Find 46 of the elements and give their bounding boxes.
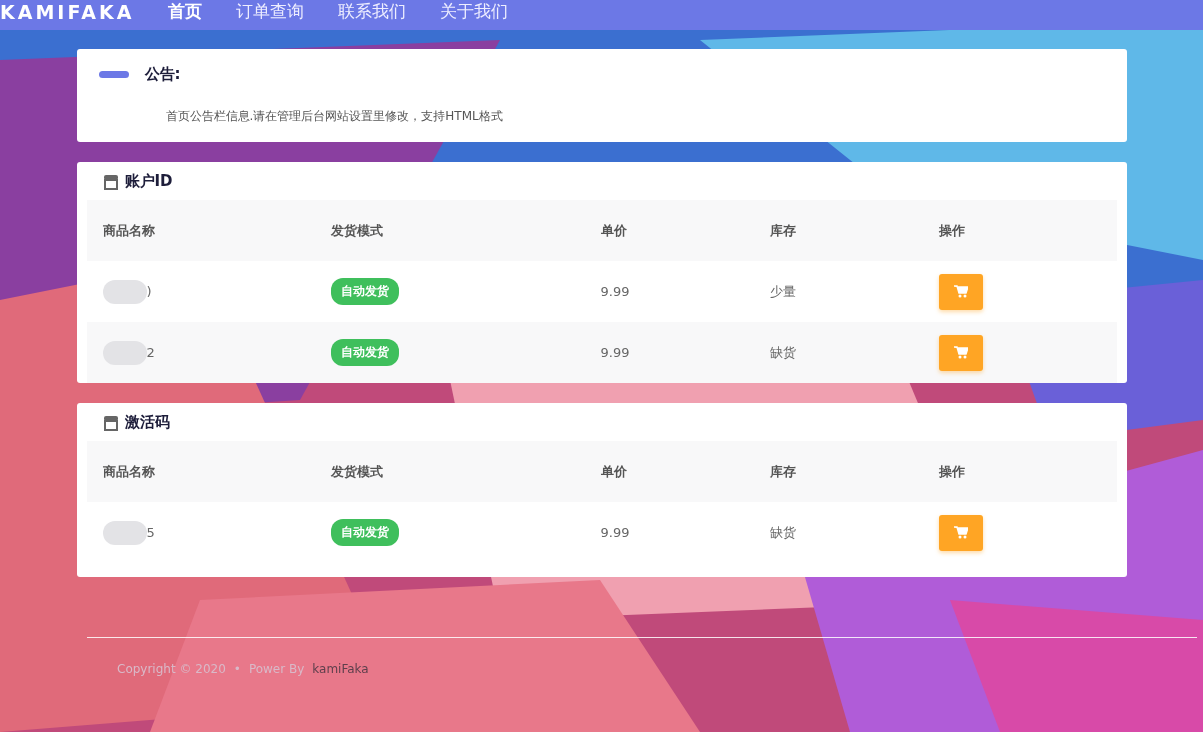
stock-cell-text: 缺货 xyxy=(769,523,797,542)
nav-link[interactable]: 联系我们 xyxy=(338,0,407,23)
product-name: 2 xyxy=(146,345,155,360)
delivery-tag: 自动发货 xyxy=(330,339,399,366)
column-header: 发货模式 xyxy=(330,462,384,481)
cart-icon xyxy=(953,285,968,298)
buy-button[interactable] xyxy=(938,273,983,310)
brand-logo[interactable]: KAMIFAKA xyxy=(0,0,135,23)
section-title: 激活码 xyxy=(124,413,170,432)
buy-button[interactable] xyxy=(938,514,983,551)
column-header: 商品名称 xyxy=(102,462,156,481)
nav-link[interactable]: 关于我们 xyxy=(440,0,509,23)
column-header: 库存 xyxy=(769,462,797,481)
cart-icon xyxy=(953,526,968,539)
nav-link[interactable]: 订单查询 xyxy=(236,0,305,23)
price-cell-text: 9.99 xyxy=(600,284,631,299)
notice-text: 首页公告栏信息.请在管理后台网站设置里修改，支持HTML格式 xyxy=(165,108,504,125)
buy-button[interactable] xyxy=(938,334,983,371)
blurred-text xyxy=(102,520,147,545)
notice-title: 公告: xyxy=(144,65,181,84)
column-header: 单价 xyxy=(600,462,628,481)
section-title: 账户ID xyxy=(124,172,173,191)
accent-bar xyxy=(98,71,129,78)
column-header: 单价 xyxy=(600,221,628,240)
stock-cell-text: 缺货 xyxy=(769,343,797,362)
blurred-text xyxy=(102,279,147,304)
column-header: 发货模式 xyxy=(330,221,384,240)
stock-cell-text: 少量 xyxy=(769,282,797,301)
price-cell-text: 9.99 xyxy=(600,345,631,360)
separator-dot: • xyxy=(233,662,241,676)
cart-icon xyxy=(953,346,968,359)
delivery-tag: 自动发货 xyxy=(330,278,399,305)
column-header: 操作 xyxy=(938,462,966,481)
product-name: ) xyxy=(146,284,152,299)
power-by-text: Power By xyxy=(248,662,305,676)
product-name: 5 xyxy=(146,525,155,540)
price-cell-text: 9.99 xyxy=(600,525,631,540)
footer-link[interactable]: kamiFaka xyxy=(312,662,369,676)
store-icon xyxy=(102,173,119,190)
copyright-text: Copyright © 2020 xyxy=(117,662,226,676)
column-header: 操作 xyxy=(938,221,966,240)
store-icon xyxy=(102,414,119,431)
column-header: 商品名称 xyxy=(102,221,156,240)
delivery-tag: 自动发货 xyxy=(330,519,399,546)
nav-link[interactable]: 首页 xyxy=(168,0,203,23)
column-header: 库存 xyxy=(769,221,797,240)
